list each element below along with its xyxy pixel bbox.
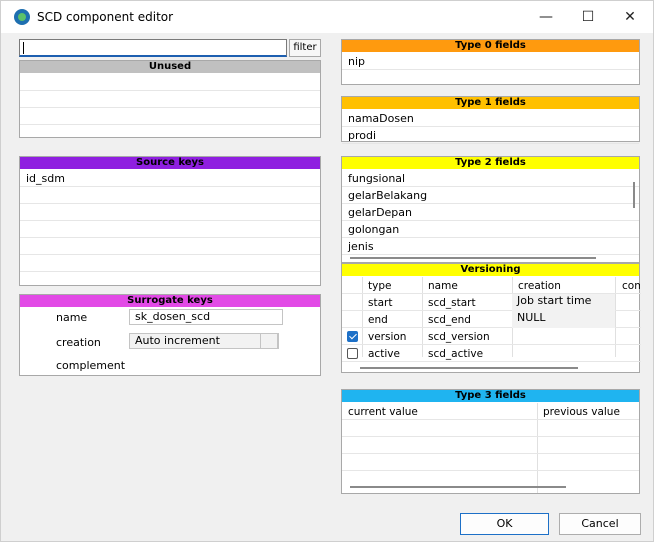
table-row[interactable]: end scd_end NULL: [342, 311, 641, 328]
list-item[interactable]: gelarDepan: [342, 204, 639, 221]
row-creation[interactable]: Job start time: [512, 294, 615, 311]
source-key-item: id_sdm: [26, 172, 65, 185]
list-item[interactable]: nip: [342, 53, 639, 70]
type2-item: jenis: [348, 240, 374, 253]
horizontal-scrollbar[interactable]: [350, 257, 596, 259]
list-item[interactable]: prodi: [342, 127, 639, 144]
row-name: scd_version: [428, 331, 490, 343]
window-title: SCD component editor: [37, 10, 174, 24]
active-checkbox[interactable]: [347, 348, 358, 359]
list-item: [20, 204, 320, 221]
list-item[interactable]: golongan: [342, 221, 639, 238]
horizontal-scrollbar[interactable]: [360, 367, 578, 369]
list-item[interactable]: gelarBelakang: [342, 187, 639, 204]
versioning-table[interactable]: type name creation com start scd_start J…: [342, 277, 641, 362]
maximize-button[interactable]: ☐: [567, 1, 609, 33]
list-item: [20, 238, 320, 255]
versioning-header: Versioning: [342, 264, 639, 276]
row-type: active: [368, 348, 400, 360]
row-name: scd_active: [428, 348, 484, 360]
row-creation[interactable]: NULL: [512, 311, 615, 328]
vertical-scrollbar[interactable]: [633, 182, 635, 208]
list-item[interactable]: id_sdm: [20, 170, 320, 187]
surrogate-keys-header: Surrogate keys: [20, 295, 320, 307]
table-header-row: type name creation com: [342, 277, 641, 294]
type0-item: nip: [348, 55, 366, 68]
column-header-complement: com: [622, 280, 640, 292]
row-name: scd_start: [428, 297, 476, 309]
column-header-name: name: [428, 280, 458, 292]
table-row: [342, 420, 639, 437]
type3-fields-panel[interactable]: Type 3 fields current value previous val…: [341, 389, 640, 494]
unused-header: Unused: [20, 61, 320, 73]
column-header-type: type: [368, 280, 392, 292]
surrogate-keys-panel: Surrogate keys name sk_dosen_scd creatio…: [19, 294, 321, 376]
column-header-previous-value: previous value: [543, 406, 620, 418]
type1-item: namaDosen: [348, 112, 414, 125]
list-item: [20, 91, 320, 108]
table-row[interactable]: version scd_version: [342, 328, 641, 345]
row-name: scd_end: [428, 314, 471, 326]
type2-item: gelarBelakang: [348, 189, 428, 202]
type2-header: Type 2 fields: [342, 157, 639, 169]
version-checkbox[interactable]: [347, 331, 358, 342]
type2-item: golongan: [348, 223, 400, 236]
table-row: [342, 454, 639, 471]
app-icon: [14, 9, 30, 25]
type2-fields-panel[interactable]: Type 2 fields fungsional gelarBelakang g…: [341, 156, 640, 263]
surrogate-name-field[interactable]: sk_dosen_scd: [129, 309, 283, 325]
source-keys-header: Source keys: [20, 157, 320, 169]
type1-item: prodi: [348, 129, 377, 142]
close-button[interactable]: ✕: [609, 1, 651, 33]
list-item: [20, 108, 320, 125]
scd-editor-window: SCD component editor — ☐ ✕ filter Unused…: [0, 0, 654, 542]
ok-button[interactable]: OK: [460, 513, 549, 535]
creation-select[interactable]: Auto increment: [129, 333, 279, 349]
creation-select-arrow[interactable]: [260, 333, 278, 349]
source-keys-panel[interactable]: Source keys id_sdm: [19, 156, 321, 286]
versioning-panel[interactable]: Versioning type name creation com start …: [341, 263, 641, 373]
type3-header: Type 3 fields: [342, 390, 639, 402]
complement-label: complement: [56, 359, 126, 372]
column-header-current-value: current value: [348, 406, 418, 418]
filter-input[interactable]: [19, 39, 287, 57]
filter-button[interactable]: filter: [289, 39, 321, 57]
table-row[interactable]: active scd_active: [342, 345, 641, 362]
table-row: [342, 437, 639, 454]
title-bar: SCD component editor — ☐ ✕: [1, 1, 653, 33]
type1-header: Type 1 fields: [342, 97, 639, 109]
row-type: version: [368, 331, 407, 343]
minimize-button[interactable]: —: [525, 1, 567, 33]
type2-item: fungsional: [348, 172, 406, 185]
table-header-row: current value previous value: [342, 403, 639, 420]
list-item: [20, 187, 320, 204]
type0-header: Type 0 fields: [342, 40, 639, 52]
text-caret: [23, 42, 24, 54]
list-item: [20, 221, 320, 238]
creation-label: creation: [56, 336, 101, 349]
row-type: end: [368, 314, 388, 326]
column-header-creation: creation: [518, 280, 561, 292]
list-item: [20, 255, 320, 272]
type0-fields-panel[interactable]: Type 0 fields nip: [341, 39, 640, 85]
list-item[interactable]: fungsional: [342, 170, 639, 187]
name-label: name: [56, 311, 88, 324]
cancel-button[interactable]: Cancel: [559, 513, 641, 535]
row-type: start: [368, 297, 393, 309]
horizontal-scrollbar[interactable]: [350, 486, 566, 488]
list-item[interactable]: namaDosen: [342, 110, 639, 127]
table-row[interactable]: start scd_start Job start time: [342, 294, 641, 311]
list-item: [20, 74, 320, 91]
type2-item: gelarDepan: [348, 206, 413, 219]
unused-panel[interactable]: Unused: [19, 60, 321, 138]
type1-fields-panel[interactable]: Type 1 fields namaDosen prodi: [341, 96, 640, 144]
list-item[interactable]: jenis: [342, 238, 639, 255]
